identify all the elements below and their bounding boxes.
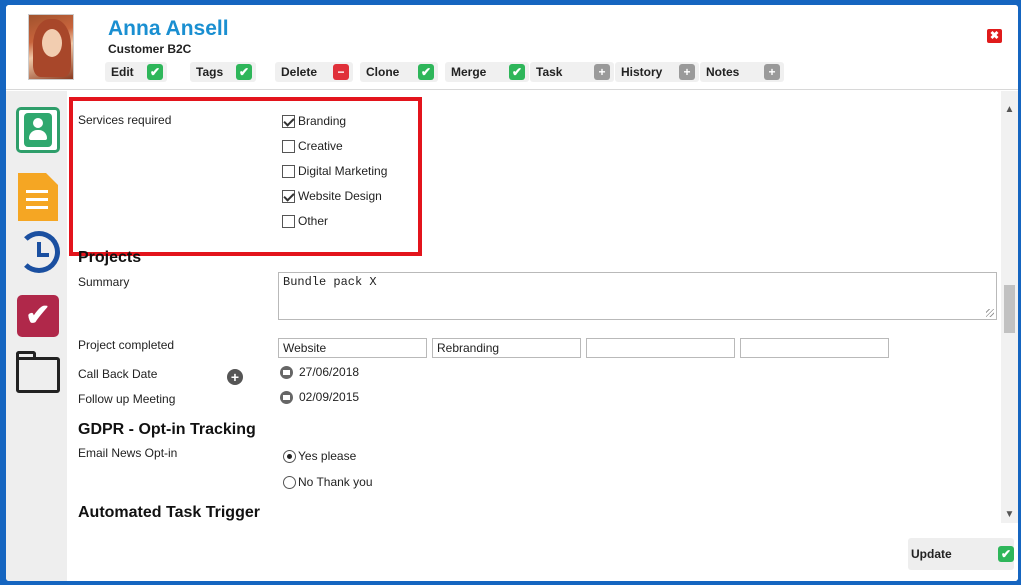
sidebar: ✔ <box>6 91 67 581</box>
delete-button[interactable]: Delete − <box>275 62 353 82</box>
task-label: Task <box>536 65 563 79</box>
scroll-down-icon[interactable]: ▼ <box>1001 506 1018 523</box>
task-button[interactable]: Task + <box>530 62 614 82</box>
summary-value: Bundle pack X <box>283 275 377 289</box>
plus-icon: + <box>764 64 780 80</box>
history-button[interactable]: History + <box>615 62 699 82</box>
scroll-thumb[interactable] <box>1004 285 1015 333</box>
edit-button[interactable]: Edit ✔ <box>105 62 167 82</box>
contact-type: Customer B2C <box>108 42 192 56</box>
merge-button[interactable]: Merge ✔ <box>445 62 529 82</box>
follow-up-label: Follow up Meeting <box>78 392 176 406</box>
service-branding[interactable]: Branding <box>282 114 346 130</box>
radio-label: Yes please <box>298 449 357 463</box>
edit-label: Edit <box>111 65 134 79</box>
close-icon[interactable]: ✖ <box>987 29 1002 43</box>
service-creative[interactable]: Creative <box>282 139 343 155</box>
follow-up-value: 02/09/2015 <box>299 390 360 404</box>
call-back-value: 27/06/2018 <box>299 365 360 379</box>
update-button[interactable]: Update ✔ <box>908 538 1014 570</box>
task-check-icon[interactable]: ✔ <box>17 295 59 337</box>
update-label: Update <box>911 547 952 561</box>
radio-button[interactable] <box>283 476 296 490</box>
scroll-up-icon[interactable]: ▲ <box>1001 101 1018 118</box>
folder-icon[interactable] <box>16 351 60 393</box>
radio-yes[interactable]: Yes please <box>283 449 357 464</box>
vertical-scrollbar[interactable]: ▲ ▼ <box>1001 91 1018 523</box>
follow-up-date[interactable]: 02/09/2015 <box>280 390 360 405</box>
radio-label: No Thank you <box>298 475 373 489</box>
projects-title: Projects <box>78 249 142 266</box>
checkbox[interactable] <box>282 190 295 204</box>
plus-icon: + <box>679 64 695 80</box>
merge-label: Merge <box>451 65 487 79</box>
document-icon[interactable] <box>18 173 58 221</box>
contact-header: Anna Ansell Customer B2C ✖ Edit ✔ Tags ✔… <box>6 5 1018 90</box>
checkbox[interactable] <box>282 115 295 129</box>
option-label: Other <box>298 214 329 228</box>
gdpr-title: GDPR - Opt-in Tracking <box>78 421 256 438</box>
minus-icon: − <box>333 64 349 80</box>
check-icon: ✔ <box>236 64 252 80</box>
call-back-date[interactable]: 27/06/2018 <box>280 365 360 380</box>
option-label: Branding <box>298 114 347 128</box>
service-other[interactable]: Other <box>282 214 328 230</box>
clone-label: Clone <box>366 65 400 79</box>
summary-label: Summary <box>78 275 130 289</box>
calendar-icon[interactable] <box>280 366 293 380</box>
email-optin-label: Email News Opt-in <box>78 446 178 460</box>
delete-label: Delete <box>281 65 318 79</box>
call-back-label: Call Back Date <box>78 367 158 381</box>
clone-button[interactable]: Clone ✔ <box>360 62 438 82</box>
service-digital-marketing[interactable]: Digital Marketing <box>282 164 387 180</box>
radio-button[interactable] <box>283 450 296 464</box>
add-circle-icon[interactable]: + <box>227 369 243 385</box>
checkbox[interactable] <box>282 140 295 154</box>
checkbox[interactable] <box>282 165 295 179</box>
check-icon: ✔ <box>509 64 525 80</box>
form-content: Services required Branding Creative Digi… <box>67 91 1018 581</box>
plus-icon: + <box>594 64 610 80</box>
contact-window: Anna Ansell Customer B2C ✖ Edit ✔ Tags ✔… <box>6 5 1018 581</box>
option-label: Digital Marketing <box>298 164 388 178</box>
contact-name: Anna Ansell <box>108 17 229 40</box>
summary-textarea[interactable]: Bundle pack X <box>278 272 997 320</box>
project-completed-field-1[interactable]: Website <box>278 338 427 358</box>
resize-grip-icon[interactable] <box>986 309 994 317</box>
avatar <box>28 14 74 80</box>
tags-button[interactable]: Tags ✔ <box>190 62 256 82</box>
option-label: Website Design <box>298 189 382 203</box>
automated-task-title: Automated Task Trigger <box>78 504 260 521</box>
services-label: Services required <box>78 113 172 127</box>
service-website-design[interactable]: Website Design <box>282 189 382 205</box>
checkbox[interactable] <box>282 215 295 229</box>
calendar-icon[interactable] <box>280 391 293 405</box>
notes-label: Notes <box>706 65 740 79</box>
project-completed-field-2[interactable]: Rebranding <box>432 338 581 358</box>
history-icon[interactable] <box>18 231 60 273</box>
project-completed-field-3[interactable] <box>586 338 735 358</box>
contact-card-icon[interactable] <box>16 107 60 153</box>
history-label: History <box>621 65 663 79</box>
notes-button[interactable]: Notes + <box>700 62 784 82</box>
project-completed-label: Project completed <box>78 338 175 352</box>
radio-no[interactable]: No Thank you <box>283 475 373 490</box>
option-label: Creative <box>298 139 343 153</box>
check-icon: ✔ <box>998 546 1014 562</box>
check-icon: ✔ <box>418 64 434 80</box>
check-icon: ✔ <box>147 64 163 80</box>
tags-label: Tags <box>196 65 224 79</box>
project-completed-field-4[interactable] <box>740 338 889 358</box>
